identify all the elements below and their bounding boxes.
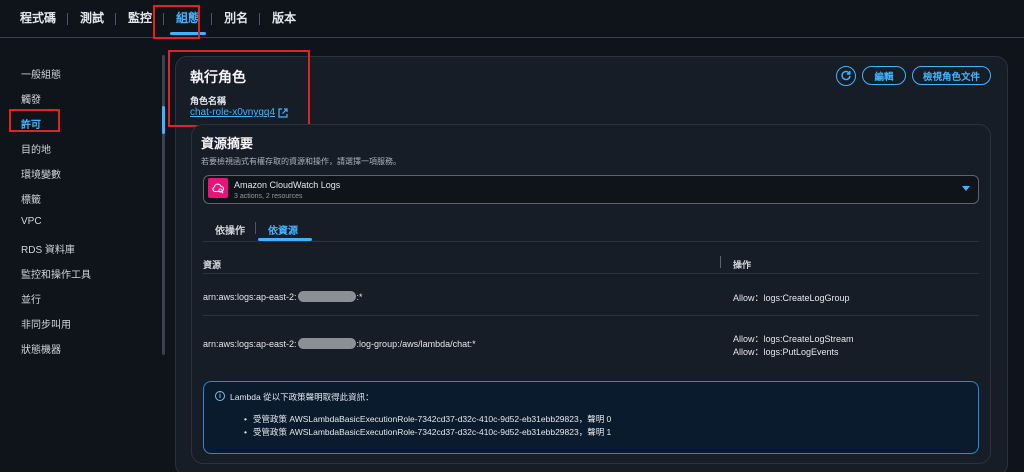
view-role-document-button[interactable]: 檢視角色文件	[912, 66, 991, 85]
info-text: Lambda 從以下政策聲明取得此資訊：	[230, 392, 374, 402]
sidebar-item-rds[interactable]: RDS 資料庫	[21, 241, 75, 256]
table-row-1-resource: arn:aws:logs:ap-east-2: :*	[203, 291, 363, 302]
panel-title: 執行角色	[190, 69, 246, 85]
sidebar-item-permissions[interactable]: 許可	[21, 116, 41, 131]
sidebar-item-destinations[interactable]: 目的地	[21, 141, 51, 156]
tab-by-resource[interactable]: 依資源	[268, 222, 298, 237]
sidebar-item-general[interactable]: 一般組態	[21, 66, 61, 81]
sidebar-scroll-track	[162, 55, 165, 355]
column-header-resource: 資源	[203, 260, 222, 270]
tab-code[interactable]: 程式碼	[0, 0, 69, 37]
tab-separator	[255, 222, 256, 234]
refresh-button[interactable]	[836, 66, 856, 86]
row-divider	[203, 315, 979, 316]
role-name-text: chat-role-x0vnygq4	[190, 107, 276, 118]
tab-test[interactable]: 測試	[68, 0, 117, 37]
tab-aliases[interactable]: 別名	[212, 0, 261, 37]
sidebar-item-monitoring-tools[interactable]: 監控和操作工具	[21, 266, 91, 281]
sidebar-item-concurrency[interactable]: 並行	[21, 291, 41, 306]
resource-arn-prefix: arn:aws:logs:ap-east-2:	[203, 291, 297, 302]
tab-versions[interactable]: 版本	[260, 0, 308, 37]
redacted-account-id	[297, 338, 356, 349]
external-link-icon	[278, 107, 288, 118]
tabs-divider	[203, 241, 979, 242]
info-icon: i	[215, 391, 225, 401]
column-header-action: 操作	[733, 260, 752, 270]
table-row-2-action-2: Allow：logs:PutLogEvents	[733, 347, 839, 357]
top-tab-bar: 程式碼 測試 監控 組態 別名 版本	[0, 0, 1024, 38]
sidebar-item-triggers[interactable]: 觸發	[21, 91, 41, 106]
role-name-link[interactable]: chat-role-x0vnygq4	[190, 107, 288, 118]
refresh-icon	[841, 70, 851, 81]
resource-arn-suffix: :log-group:/aws/lambda/chat:*	[356, 338, 476, 349]
header-divider	[203, 273, 979, 274]
service-name: Amazon CloudWatch Logs	[234, 180, 341, 190]
table-row-2-action-1: Allow：logs:CreateLogStream	[733, 334, 854, 344]
tab-by-action[interactable]: 依操作	[215, 222, 245, 237]
tab-configuration[interactable]: 組態	[164, 0, 213, 37]
role-name-label: 角色名稱	[190, 96, 227, 106]
sidebar-active-indicator	[162, 106, 165, 134]
service-detail: 3 actions, 2 resources	[234, 193, 303, 200]
sidebar-item-async-invocation[interactable]: 非同步叫用	[21, 316, 71, 331]
caret-down-icon[interactable]	[962, 186, 970, 191]
redacted-account-id	[297, 291, 356, 302]
policy-statement-item: 受管政策 AWSLambdaBasicExecutionRole-7342cd3…	[244, 426, 611, 438]
cloudwatch-logs-icon	[208, 178, 228, 198]
sidebar-item-tags[interactable]: 標籤	[21, 191, 41, 206]
sidebar-item-env-vars[interactable]: 環境變數	[21, 166, 61, 181]
resource-summary-description: 若要檢視函式有權存取的資源和操作，請選擇一項服務。	[201, 157, 401, 166]
tab-monitor[interactable]: 監控	[116, 0, 165, 37]
resource-summary-title: 資源摘要	[201, 136, 254, 151]
edit-button[interactable]: 編輯	[862, 66, 906, 85]
column-separator	[720, 256, 721, 268]
policy-statement-item: 受管政策 AWSLambdaBasicExecutionRole-7342cd3…	[244, 413, 611, 425]
table-row-2-resource: arn:aws:logs:ap-east-2: :log-group:/aws/…	[203, 338, 476, 349]
table-row-1-action: Allow：logs:CreateLogGroup	[733, 293, 850, 303]
sidebar-item-state-machines[interactable]: 狀態機器	[21, 341, 61, 356]
resource-arn-suffix: :*	[356, 291, 363, 302]
resource-arn-prefix: arn:aws:logs:ap-east-2:	[203, 338, 297, 349]
sidebar-item-vpc[interactable]: VPC	[21, 216, 42, 227]
